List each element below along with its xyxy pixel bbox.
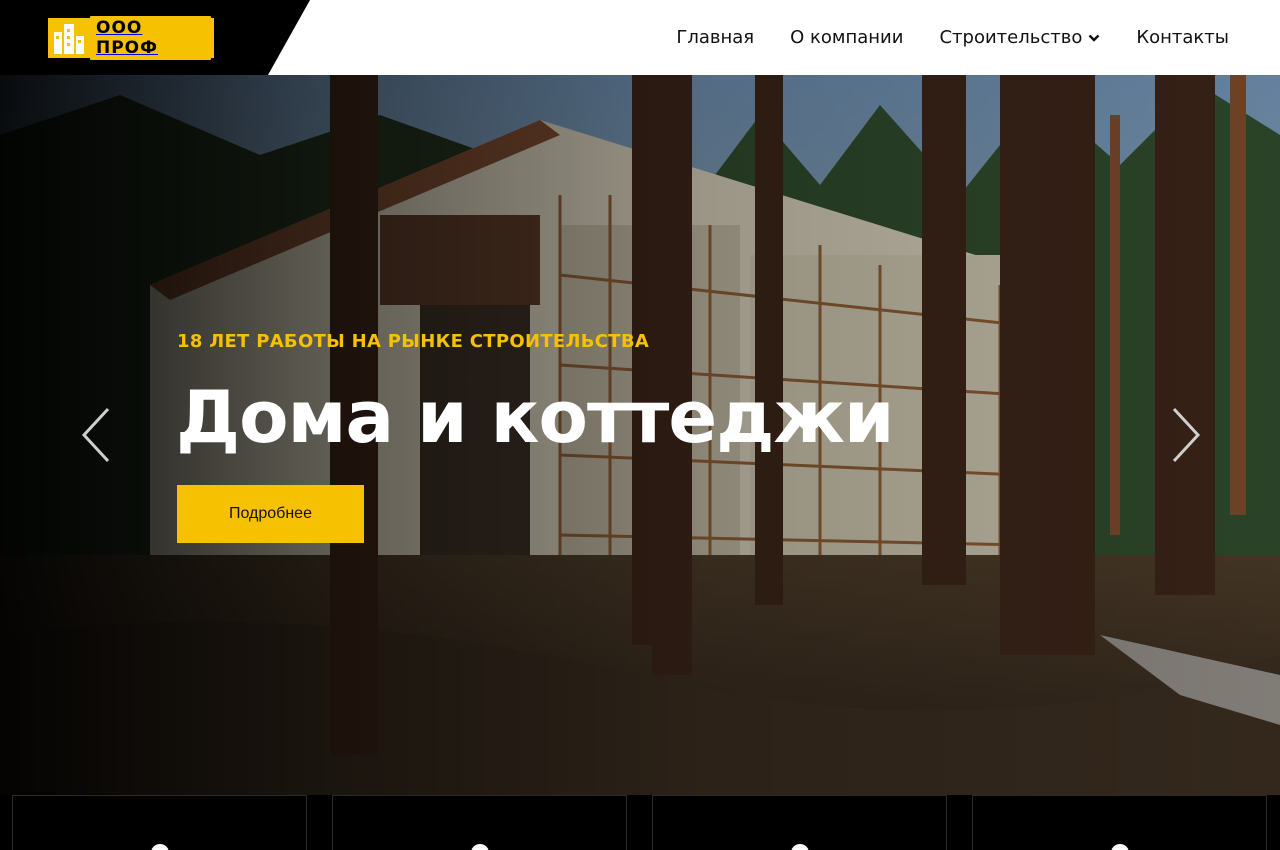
feature-card[interactable] [332, 795, 627, 850]
nav-item-construction[interactable]: Строительство [939, 27, 1100, 48]
nav-item-contacts[interactable]: Контакты [1136, 27, 1229, 48]
hero-slider: 18 ЛЕТ РАБОТЫ НА РЫНКЕ СТРОИТЕЛЬСТВА Дом… [0, 75, 1280, 795]
hero-title: Дома и коттеджи [176, 375, 894, 459]
feature-icon [150, 844, 169, 850]
logo-area: ООО ПРОФ [0, 0, 310, 75]
feature-card[interactable] [652, 795, 947, 850]
chevron-down-icon [1088, 34, 1100, 42]
feature-icon [1110, 844, 1129, 850]
feature-icon [790, 844, 809, 850]
building-logo-icon [48, 18, 90, 58]
nav-item-label: Контакты [1136, 27, 1229, 48]
nav-item-home[interactable]: Главная [676, 27, 754, 48]
logo-wordmark: ООО ПРОФ [90, 16, 214, 60]
feature-icon [470, 844, 489, 850]
feature-card[interactable] [12, 795, 307, 850]
chevron-left-icon[interactable] [78, 405, 118, 465]
hero-tagline: 18 ЛЕТ РАБОТЫ НА РЫНКЕ СТРОИТЕЛЬСТВА [177, 331, 650, 352]
main-nav: Главная О компании Строительство Контакт… [676, 0, 1229, 75]
nav-item-label: Главная [676, 27, 755, 48]
feature-card[interactable] [972, 795, 1267, 850]
site-logo[interactable]: ООО ПРОФ [48, 16, 214, 60]
chevron-right-icon[interactable] [1164, 405, 1204, 465]
logo-text: ООО ПРОФ [90, 16, 211, 60]
site-header: ООО ПРОФ Главная О компании Строительств… [0, 0, 1280, 75]
feature-cards [0, 795, 1280, 850]
nav-item-label: Строительство [939, 27, 1083, 48]
nav-item-about[interactable]: О компании [790, 27, 903, 48]
more-button[interactable]: Подробнее [177, 485, 364, 543]
nav-item-label: О компании [790, 27, 904, 48]
